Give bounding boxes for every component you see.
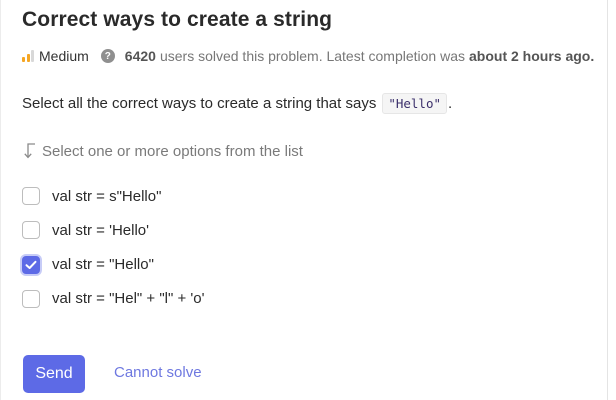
options-list: val str = s"Hello" val str = 'Hello' val s… [22, 185, 205, 322]
option-label: val str = "Hel" + "l" + 'o' [52, 290, 205, 308]
task-panel: Correct ways to create a string Medium ?… [0, 0, 608, 400]
option-item[interactable]: val str = "Hel" + "l" + 'o' [22, 288, 205, 310]
checkmark-icon [25, 260, 37, 269]
code-snippet: "Hello" [382, 92, 448, 114]
solved-text: users solved this problem. Latest comple… [159, 48, 465, 64]
solved-count: 6420 [124, 48, 156, 64]
option-checkbox[interactable] [22, 255, 40, 274]
option-checkbox[interactable] [22, 187, 40, 205]
question-period: . [448, 94, 453, 112]
option-checkbox[interactable] [22, 221, 40, 240]
problem-meta: Medium ? 6420 users solved this problem.… [22, 46, 594, 66]
latest-completion: about 2 hours ago. [469, 48, 595, 64]
question-circle-icon[interactable]: ? [100, 49, 115, 63]
option-checkbox[interactable] [22, 289, 40, 308]
question-text: Select all the correct ways to create a … [22, 92, 452, 114]
difficulty-bars-icon [22, 50, 34, 62]
option-label: val str = 'Hello' [52, 221, 150, 239]
option-item[interactable]: val str = 'Hello' [22, 219, 205, 241]
difficulty-label: Medium [39, 48, 89, 64]
option-label: val str = "Hello" [52, 256, 154, 274]
send-button[interactable]: Send [23, 355, 85, 393]
question-label: Select all the correct ways to create a … [22, 94, 377, 112]
cannot-solve-link[interactable]: Cannot solve [114, 364, 202, 384]
option-label: val str = s"Hello" [52, 187, 162, 205]
page-title: Correct ways to create a string [22, 8, 333, 31]
option-item[interactable]: val str = s"Hello" [22, 185, 205, 207]
option-item[interactable]: val str = "Hello" [22, 254, 205, 276]
hint: Select one or more options from the list [23, 140, 303, 162]
hint-text: Select one or more options from the list [42, 142, 303, 160]
arrow-down-return-icon [24, 143, 35, 159]
